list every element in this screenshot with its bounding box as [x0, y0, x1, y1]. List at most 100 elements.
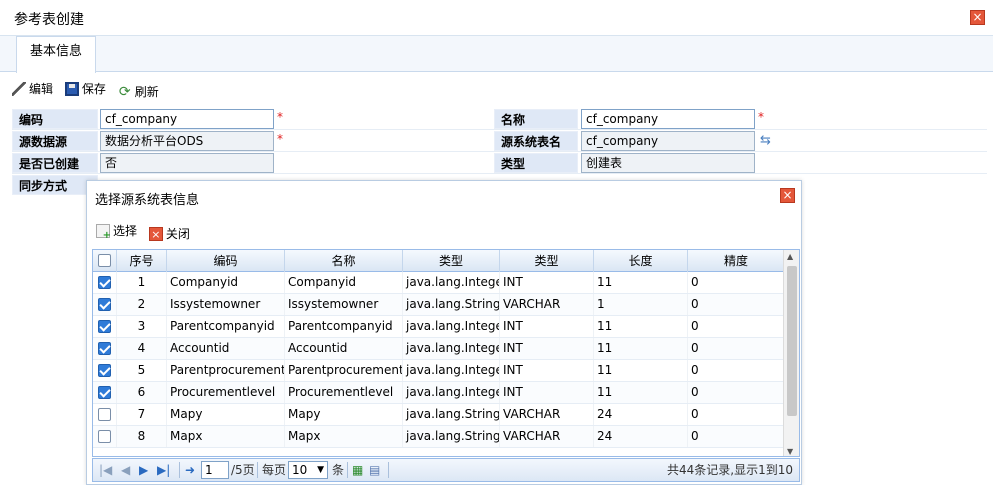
row-checkbox[interactable]	[98, 386, 111, 399]
source-table-field[interactable]: cf_company	[581, 131, 755, 151]
cell-java-type: java.lang.String	[403, 404, 500, 425]
cell-java-type: java.lang.String	[403, 294, 500, 315]
created-label: 是否已创建	[12, 153, 98, 173]
prev-page-icon[interactable]: ◀	[121, 459, 130, 481]
per-page-label: 每页	[262, 463, 287, 477]
code-field[interactable]: cf_company	[100, 109, 274, 129]
goto-page-icon[interactable]: ➜	[185, 459, 195, 481]
table-row[interactable]: 3 Parentcompanyid Parentcompanyid java.lang…	[93, 316, 785, 338]
chevron-down-icon: ▼	[317, 465, 324, 475]
tab-basic-info[interactable]: 基本信息	[16, 36, 96, 73]
select-button[interactable]: 选择	[96, 222, 137, 241]
window-close-icon[interactable]: ×	[970, 10, 985, 25]
table-row[interactable]: 5 Parentprocurementid Parentprocurementid j…	[93, 360, 785, 382]
per-page-select[interactable]: 10 ▼	[288, 461, 328, 479]
close-button[interactable]: × 关闭	[148, 225, 190, 242]
select-all-checkbox[interactable]	[98, 254, 111, 267]
cell-java-type: java.lang.Integer	[403, 360, 500, 381]
required-marker: *	[277, 110, 283, 124]
cell-java-type: java.lang.Integer	[403, 338, 500, 359]
first-page-icon[interactable]: |◀	[99, 459, 112, 481]
table-row[interactable]: 1 Companyid Companyid java.lang.Integer INT 1…	[93, 272, 785, 294]
checkbox-cell	[93, 272, 117, 293]
table-row[interactable]: 8 Mapx Mapx java.lang.String VARCHAR 24 0	[93, 426, 785, 448]
table-row[interactable]: 7 Mapy Mapy java.lang.String VARCHAR 24 0	[93, 404, 785, 426]
add-document-icon	[96, 223, 111, 241]
save-icon	[64, 81, 79, 96]
dialog-close-icon[interactable]: ×	[780, 188, 795, 203]
vertical-scrollbar[interactable]: ▲ ▼	[783, 250, 799, 456]
table-row[interactable]: 2 Issystemowner Issystemowner java.lang.Str…	[93, 294, 785, 316]
cell-db-type: INT	[500, 338, 594, 359]
cell-code: Procurementlevel	[167, 382, 285, 403]
table-row[interactable]: 4 Accountid Accountid java.lang.Integer INT 1…	[93, 338, 785, 360]
cell-no: 1	[117, 272, 167, 293]
scroll-thumb[interactable]	[787, 266, 797, 416]
row-checkbox[interactable]	[98, 364, 111, 377]
code-label: 编码	[12, 109, 98, 129]
excel-export-icon[interactable]: ▦	[352, 459, 363, 481]
row-checkbox[interactable]	[98, 298, 111, 311]
source-datasource-field[interactable]: 数据分析平台ODS	[100, 131, 274, 151]
name-label: 名称	[494, 109, 578, 129]
document-export-icon[interactable]: ▤	[369, 459, 380, 481]
col-header-length[interactable]: 长度	[594, 250, 688, 272]
refresh-button[interactable]: ⟳ 刷新	[118, 83, 159, 100]
columns-grid: 序号 编码 名称 类型 类型 长度 精度 1 Companyid Companyid…	[92, 249, 800, 457]
cell-name: Accountid	[285, 338, 403, 359]
table-row[interactable]: 6 Procurementlevel Procurementlevel java.la…	[93, 382, 785, 404]
created-field[interactable]: 否	[100, 153, 274, 173]
cell-precision: 0	[688, 272, 785, 293]
checkbox-cell	[93, 426, 117, 447]
lookup-icon[interactable]: ⇆	[760, 134, 774, 148]
required-marker: *	[758, 110, 764, 124]
cell-name: Procurementlevel	[285, 382, 403, 403]
col-header-code[interactable]: 编码	[167, 250, 285, 272]
cell-db-type: INT	[500, 272, 594, 293]
last-page-icon[interactable]: ▶|	[157, 459, 170, 481]
page-number-input[interactable]: 1	[201, 461, 229, 479]
separator	[347, 462, 348, 478]
total-pages-text: /5页	[231, 463, 255, 477]
cell-java-type: java.lang.Integer	[403, 316, 500, 337]
row-checkbox[interactable]	[98, 342, 111, 355]
row-checkbox[interactable]	[98, 430, 111, 443]
col-header-no[interactable]: 序号	[117, 250, 167, 272]
save-button[interactable]: 保存	[64, 80, 106, 97]
scroll-down-icon[interactable]: ▼	[787, 447, 793, 456]
cell-precision: 0	[688, 316, 785, 337]
name-field[interactable]: cf_company	[581, 109, 755, 129]
row-checkbox[interactable]	[98, 408, 111, 421]
source-datasource-label: 源数据源	[12, 131, 98, 151]
cell-length: 11	[594, 360, 688, 381]
record-summary: 共44条记录,显示1到10	[667, 463, 793, 477]
next-page-icon[interactable]: ▶	[139, 459, 148, 481]
cell-no: 7	[117, 404, 167, 425]
cell-length: 11	[594, 272, 688, 293]
col-header-db-type[interactable]: 类型	[500, 250, 594, 272]
type-field[interactable]: 创建表	[581, 153, 755, 173]
cell-precision: 0	[688, 294, 785, 315]
per-page-unit: 条	[332, 463, 345, 477]
cell-length: 11	[594, 382, 688, 403]
col-header-name[interactable]: 名称	[285, 250, 403, 272]
cell-db-type: INT	[500, 382, 594, 403]
source-table-label: 源系统表名	[494, 131, 578, 151]
row-checkbox[interactable]	[98, 276, 111, 289]
scroll-up-icon[interactable]: ▲	[787, 252, 793, 261]
cell-length: 11	[594, 338, 688, 359]
separator	[179, 462, 180, 478]
row-checkbox[interactable]	[98, 320, 111, 333]
cell-code: Issystemowner	[167, 294, 285, 315]
cell-db-type: INT	[500, 360, 594, 381]
cell-code: Companyid	[167, 272, 285, 293]
window-titlebar: 参考表创建 ×	[0, 0, 993, 36]
cell-db-type: VARCHAR	[500, 294, 594, 315]
col-header-precision[interactable]: 精度	[688, 250, 785, 272]
close-icon: ×	[148, 226, 163, 241]
cell-code: Mapy	[167, 404, 285, 425]
cell-precision: 0	[688, 426, 785, 447]
col-header-java-type[interactable]: 类型	[403, 250, 500, 272]
edit-button[interactable]: 编辑	[12, 80, 53, 97]
cell-code: Parentcompanyid	[167, 316, 285, 337]
